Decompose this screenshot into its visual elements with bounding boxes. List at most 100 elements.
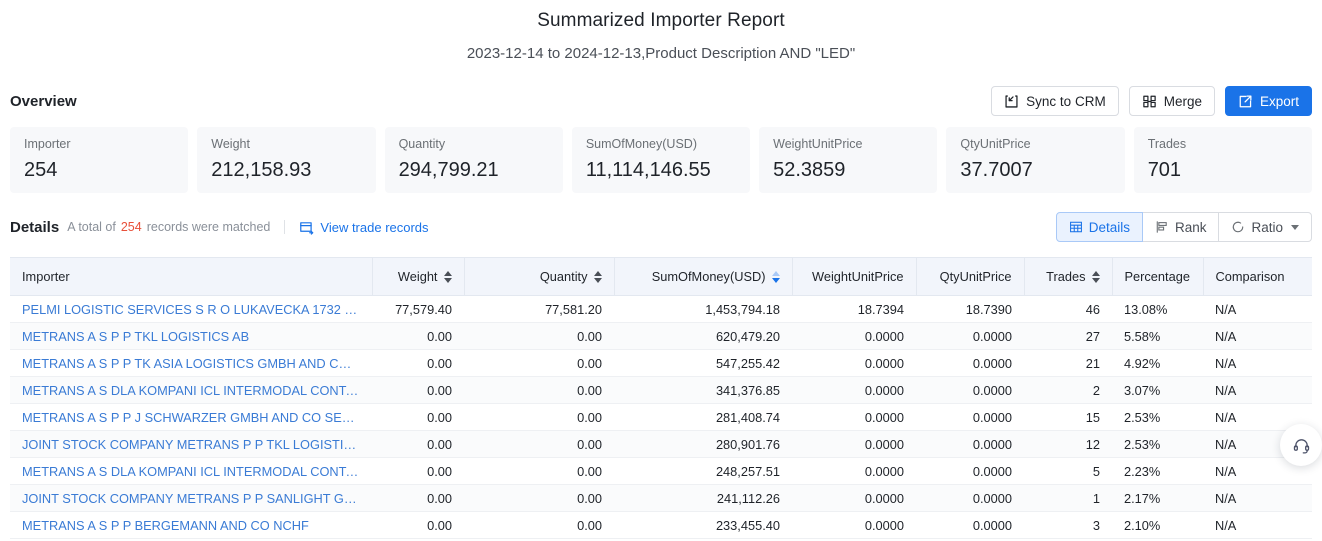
cell-weight: 0.00 <box>372 457 464 485</box>
column-header-sum_of_money[interactable]: SumOfMoney(USD) <box>614 257 793 296</box>
details-title: Details <box>10 218 60 236</box>
cell-qty_unit: 0.0000 <box>916 511 1024 539</box>
cell-comparison: N/A <box>1203 376 1312 404</box>
cell-sum_of_money: 341,376.85 <box>614 376 792 404</box>
cell-weight_unit: 0.0000 <box>792 376 916 404</box>
page-title: Summarized Importer Report <box>537 10 785 31</box>
cell-weight_unit: 0.0000 <box>792 457 916 485</box>
sort-trades-icon[interactable] <box>1091 270 1100 283</box>
cell-importer[interactable]: JOINT STOCK COMPANY METRANS P P SANLIGHT… <box>10 484 372 512</box>
report-page: Summarized Importer Report 2023-12-14 to… <box>0 0 1322 541</box>
cell-comparison: N/A <box>1203 322 1312 350</box>
cell-percentage: 3.07% <box>1112 376 1203 404</box>
column-header-label: QtyUnitPrice <box>939 269 1012 284</box>
view-trade-records-link[interactable]: View trade records <box>299 219 429 235</box>
view-mode-ratio[interactable]: Ratio <box>1219 212 1312 242</box>
export-button[interactable]: Export <box>1224 86 1312 116</box>
stat-card: Quantity 294,799.21 <box>384 127 563 193</box>
merge-label: Merge <box>1163 93 1202 109</box>
cell-importer[interactable]: METRANS A S P P BERGEMANN AND CO NCHF <box>10 511 372 539</box>
overview-actions: Sync to CRM Merge Export <box>991 86 1312 116</box>
stat-card-label: SumOfMoney(USD) <box>585 137 697 151</box>
sync-to-crm-button[interactable]: Sync to CRM <box>991 86 1119 116</box>
sort-sum_of_money-icon[interactable] <box>771 270 780 283</box>
column-header-comparison: Comparison <box>1203 257 1312 296</box>
cell-qty_unit: 0.0000 <box>916 457 1024 485</box>
cell-weight: 0.00 <box>372 403 464 431</box>
cell-quantity: 0.00 <box>464 403 614 431</box>
importer-link[interactable]: METRANS A S P P J SCHWARZER GMBH AND CO … <box>22 410 360 425</box>
support-fab-button[interactable] <box>1280 424 1322 466</box>
importer-link[interactable]: METRANS A S DLA KOMPANI ICL INTERMODAL C… <box>22 383 360 398</box>
cell-quantity: 0.00 <box>464 430 614 458</box>
grid-icon <box>1069 220 1083 234</box>
cell-importer[interactable]: JOINT STOCK COMPANY METRANS P P TKL LOGI… <box>10 430 372 458</box>
importer-link[interactable]: JOINT STOCK COMPANY METRANS P P SANLIGHT… <box>22 491 360 506</box>
rank-icon <box>1155 220 1169 234</box>
sort-quantity-icon[interactable] <box>593 270 602 283</box>
view-mode-ratio-label: Ratio <box>1251 219 1283 235</box>
details-record-count: 254 <box>120 220 142 234</box>
cell-importer[interactable]: METRANS A S DLA KOMPANI ICL INTERMODAL C… <box>10 376 372 404</box>
export-icon <box>1238 94 1253 109</box>
cell-trades: 2 <box>1024 376 1112 404</box>
importer-link[interactable]: JOINT STOCK COMPANY METRANS P P TKL LOGI… <box>22 437 360 452</box>
stat-card: Trades 701 <box>1133 127 1312 193</box>
stat-card-label: Quantity <box>398 137 446 151</box>
column-header-quantity[interactable]: Quantity <box>464 257 615 296</box>
importer-link[interactable]: METRANS A S P P TKL LOGISTICS AB <box>22 329 360 344</box>
table-row: PELMI LOGISTIC SERVICES S R O LUKAVECKA … <box>10 295 1312 323</box>
importer-link[interactable]: PELMI LOGISTIC SERVICES S R O LUKAVECKA … <box>22 302 360 317</box>
column-header-percentage: Percentage <box>1112 257 1204 296</box>
column-header-importer: Importer <box>10 257 373 296</box>
cell-trades: 27 <box>1024 322 1112 350</box>
view-mode-rank-label: Rank <box>1174 219 1207 235</box>
table-row: METRANS A S DLA KOMPANI ICL INTERMODAL C… <box>10 457 1312 485</box>
cell-weight: 0.00 <box>372 430 464 458</box>
cell-trades: 1 <box>1024 484 1112 512</box>
export-label: Export <box>1259 93 1299 109</box>
cell-trades: 3 <box>1024 511 1112 539</box>
stat-card-value: 254 <box>24 159 58 181</box>
table-row: JOINT STOCK COMPANY METRANS P P SANLIGHT… <box>10 484 1312 512</box>
importer-link[interactable]: METRANS A S P P BERGEMANN AND CO NCHF <box>22 518 360 533</box>
cell-qty_unit: 0.0000 <box>916 484 1024 512</box>
cell-sum_of_money: 281,408.74 <box>614 403 792 431</box>
overview-header: Overview Sync to CRM Merge Export <box>0 85 1322 117</box>
cell-importer[interactable]: METRANS A S P P TKL LOGISTICS AB <box>10 322 372 350</box>
details-meta-suffix: records were matched <box>146 220 271 234</box>
import-box-icon <box>1004 94 1019 109</box>
cell-weight_unit: 0.0000 <box>792 511 916 539</box>
merge-button[interactable]: Merge <box>1128 86 1215 116</box>
chevron-down-icon <box>1291 224 1299 230</box>
cell-importer[interactable]: PELMI LOGISTIC SERVICES S R O LUKAVECKA … <box>10 295 372 323</box>
cell-importer[interactable]: METRANS A S DLA KOMPANI ICL INTERMODAL C… <box>10 457 372 485</box>
stat-card-label: Weight <box>211 137 250 151</box>
cell-percentage: 2.17% <box>1112 484 1203 512</box>
view-mode-details[interactable]: Details <box>1055 212 1143 242</box>
cell-comparison: N/A <box>1203 511 1312 539</box>
view-mode-rank[interactable]: Rank <box>1142 212 1220 242</box>
table-row: METRANS A S DLA KOMPANI ICL INTERMODAL C… <box>10 376 1312 404</box>
view-trade-records-label: View trade records <box>320 219 429 235</box>
cell-qty_unit: 0.0000 <box>916 349 1024 377</box>
importer-link[interactable]: METRANS A S DLA KOMPANI ICL INTERMODAL C… <box>22 464 360 479</box>
view-mode-switch: Details Rank Ratio <box>1055 212 1312 242</box>
importer-link[interactable]: METRANS A S P P TK ASIA LOGISTICS GMBH A… <box>22 356 360 371</box>
cell-importer[interactable]: METRANS A S P P TK ASIA LOGISTICS GMBH A… <box>10 349 372 377</box>
cell-comparison: N/A <box>1203 349 1312 377</box>
overview-cards: Importer 254 Weight 212,158.93 Quantity 294,7… <box>0 127 1322 193</box>
cell-trades: 21 <box>1024 349 1112 377</box>
stat-card-value: 294,799.21 <box>398 159 499 181</box>
stat-card-value: 37.7007 <box>960 159 1033 181</box>
cell-percentage: 13.08% <box>1112 295 1203 323</box>
column-header-label: WeightUnitPrice <box>811 269 904 284</box>
stat-card-value: 52.3859 <box>773 159 846 181</box>
cell-weight_unit: 0.0000 <box>792 430 916 458</box>
cell-quantity: 0.00 <box>464 457 614 485</box>
cell-importer[interactable]: METRANS A S P P J SCHWARZER GMBH AND CO … <box>10 403 372 431</box>
column-header-trades[interactable]: Trades <box>1024 257 1113 296</box>
column-header-weight[interactable]: Weight <box>372 257 465 296</box>
cell-qty_unit: 18.7390 <box>916 295 1024 323</box>
sort-weight-icon[interactable] <box>443 270 452 283</box>
